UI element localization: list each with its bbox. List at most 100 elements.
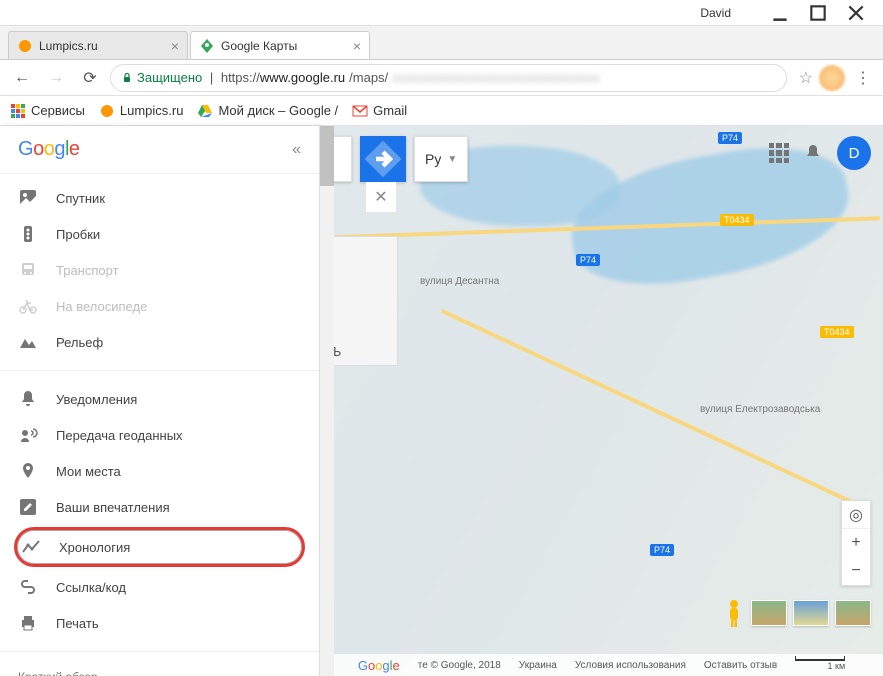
menu-section-layers: Спутник Пробки Транспорт На велосипеде Р… (0, 174, 319, 366)
gmail-icon (352, 103, 368, 119)
edit-icon (18, 497, 38, 517)
map-top-controls: Ру▼ (324, 136, 468, 182)
menu-item-my-places[interactable]: Мои места (0, 453, 319, 489)
directions-icon (360, 136, 406, 182)
timeline-icon (21, 537, 41, 557)
google-logo-small: Google (358, 658, 400, 673)
url-path: /maps/ (349, 70, 388, 85)
transit-icon (18, 260, 38, 280)
close-tab-icon[interactable]: × (171, 38, 179, 54)
main-area: Google « Спутник Пробки Транспорт На вел… (0, 126, 883, 676)
terrain-icon (18, 332, 38, 352)
side-drawer: Google « Спутник Пробки Транспорт На вел… (0, 126, 320, 676)
tab-title: Lumpics.ru (39, 39, 98, 53)
imagery-thumb[interactable] (751, 600, 787, 626)
url-protocol: https:// (221, 70, 260, 85)
layer-button[interactable]: Ру▼ (414, 136, 468, 182)
menu-item-share-link[interactable]: Ссылка/код (0, 569, 319, 605)
scrollbar-thumb[interactable] (320, 126, 334, 186)
menu-item-bike[interactable]: На велосипеде (0, 288, 319, 324)
street-label: вулиця Десантна (420, 276, 499, 287)
bookmarks-bar: Сервисы Lumpics.ru Мой диск – Google / G… (0, 96, 883, 126)
menu-item-timeline[interactable]: Хронология (14, 527, 305, 567)
url-bar: ← → ⟳ Защищено | https:// www.google.ru … (0, 60, 883, 96)
road-shield: T0434 (820, 326, 854, 338)
road-shield: P74 (718, 132, 742, 144)
favicon-icon (199, 38, 215, 54)
menu-item-transit[interactable]: Транспорт (0, 252, 319, 288)
tab-lumpics[interactable]: Lumpics.ru × (8, 31, 188, 59)
account-avatar[interactable]: D (837, 136, 871, 170)
bookmark-drive[interactable]: Мой диск – Google / (197, 103, 338, 119)
recenter-button[interactable]: ◎ (842, 501, 870, 529)
browser-menu-button[interactable]: ⋮ (851, 68, 875, 88)
notifications-button[interactable] (803, 143, 823, 163)
close-panel-button[interactable]: ✕ (366, 182, 396, 212)
menu-item-satellite[interactable]: Спутник (0, 180, 319, 216)
bookmark-gmail[interactable]: Gmail (352, 103, 407, 119)
back-button[interactable]: ← (8, 64, 36, 92)
road-shield: P74 (576, 254, 600, 266)
menu-section-user: Уведомления Передача геоданных Мои места… (0, 375, 319, 647)
bell-icon (18, 389, 38, 409)
terms-link[interactable]: Условия использования (575, 660, 686, 671)
copyright-text: те © Google, 2018 (418, 660, 501, 671)
map-footer: Google те © Google, 2018 Украина Условия… (320, 654, 883, 676)
directions-button[interactable] (360, 136, 406, 182)
profile-avatar[interactable] (819, 65, 845, 91)
menu-item-share-location[interactable]: Передача геоданных (0, 417, 319, 453)
bookmark-lumpics[interactable]: Lumpics.ru (99, 103, 184, 119)
close-tab-icon[interactable]: × (353, 38, 361, 54)
window-titlebar: David (0, 0, 883, 26)
google-apps-button[interactable] (769, 143, 789, 163)
apps-icon (10, 103, 26, 119)
share-location-icon (18, 425, 38, 445)
bookmark-apps[interactable]: Сервисы (10, 103, 85, 119)
road-shield: T0434 (720, 214, 754, 226)
summary-link[interactable]: Краткий обзор (0, 656, 319, 676)
favicon-icon (17, 38, 33, 54)
panel-stub: Ъ (324, 236, 398, 366)
menu-item-print[interactable]: Печать (0, 605, 319, 641)
google-logo: Google (18, 138, 80, 161)
drawer-scrollbar[interactable] (320, 126, 334, 676)
street-label: вулиця Електрозаводська (700, 404, 820, 415)
imagery-thumb[interactable] (835, 600, 871, 626)
caret-down-icon: ▼ (447, 154, 457, 165)
divider (0, 370, 319, 371)
menu-item-terrain[interactable]: Рельеф (0, 324, 319, 360)
feedback-link[interactable]: Оставить отзыв (704, 660, 777, 671)
link-icon (18, 577, 38, 597)
drawer-header: Google « (0, 126, 319, 174)
maximize-button[interactable] (799, 3, 837, 23)
collapse-drawer-button[interactable]: « (292, 141, 301, 159)
map-top-right: D (769, 136, 871, 170)
menu-item-traffic[interactable]: Пробки (0, 216, 319, 252)
pegman-row (723, 598, 871, 628)
road-shield: P74 (650, 544, 674, 556)
favicon-icon (99, 103, 115, 119)
bike-icon (18, 296, 38, 316)
satellite-icon (18, 188, 38, 208)
print-icon (18, 613, 38, 633)
pegman-icon[interactable] (723, 598, 745, 628)
zoom-in-button[interactable]: + (842, 529, 870, 557)
menu-item-notifications[interactable]: Уведомления (0, 381, 319, 417)
tab-google-maps[interactable]: Google Карты × (190, 31, 370, 59)
tab-strip: Lumpics.ru × Google Карты × (0, 26, 883, 60)
imagery-thumb[interactable] (793, 600, 829, 626)
divider (0, 651, 319, 652)
close-window-button[interactable] (837, 3, 875, 23)
zoom-out-button[interactable]: − (842, 557, 870, 585)
lock-icon (121, 72, 133, 84)
menu-item-contributions[interactable]: Ваши впечатления (0, 489, 319, 525)
bookmark-star-icon[interactable]: ☆ (799, 68, 813, 88)
window-user: David (700, 6, 731, 20)
minimize-button[interactable] (761, 3, 799, 23)
secure-indicator: Защищено (121, 70, 202, 85)
forward-button[interactable]: → (42, 64, 70, 92)
address-field[interactable]: Защищено | https:// www.google.ru /maps/… (110, 64, 787, 92)
reload-button[interactable]: ⟳ (76, 64, 104, 92)
map-canvas[interactable]: P74 T0434 P74 T0434 P74 вулиця Десантна вулиц… (320, 126, 883, 676)
drive-icon (197, 103, 213, 119)
